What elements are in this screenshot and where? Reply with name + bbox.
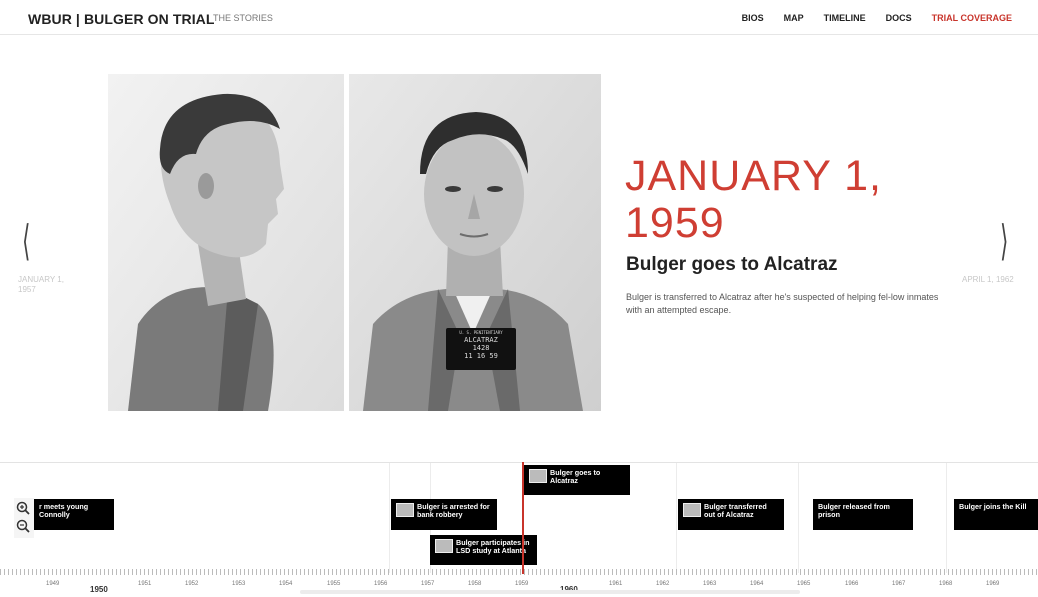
timeline-current-marker — [522, 462, 524, 574]
mugshot-photo: U. S. PENITENTIARY ALCATRAZ 1428 11 16 5… — [108, 74, 601, 411]
event-thumbnail-icon — [529, 469, 547, 483]
timeline-gridline — [798, 463, 799, 573]
year-label: 1961 — [609, 581, 623, 587]
nav-the-stories[interactable]: THE STORIES — [213, 13, 273, 23]
year-label: 1956 — [374, 581, 388, 587]
timeline-gridline — [389, 463, 390, 573]
year-label: 1965 — [797, 581, 811, 587]
timeline-event[interactable]: Bulger is arrested for bank robbery — [391, 499, 497, 530]
slide-title: Bulger goes to Alcatraz — [626, 254, 838, 275]
timeline-gridline — [946, 463, 947, 573]
timeline-event[interactable]: r meets young Connolly — [34, 499, 114, 530]
year-label: 1959 — [515, 581, 529, 587]
next-slide-date[interactable]: APRIL 1, 1962 — [962, 275, 1014, 284]
timeline-event[interactable]: Bulger released from prison — [813, 499, 913, 530]
event-thumbnail-icon — [435, 539, 453, 553]
top-navigation-bar: WBUR | BULGER ON TRIAL THE STORIES BIOS … — [0, 0, 1038, 35]
zoom-in-icon[interactable] — [16, 501, 30, 515]
year-label: 1952 — [185, 581, 199, 587]
event-thumbnail-icon — [396, 503, 414, 517]
zoom-controls — [14, 498, 34, 538]
slide-date: JANUARY 1, 1959 — [625, 152, 882, 247]
year-label: 1967 — [892, 581, 906, 587]
timeline-ticks — [0, 569, 1038, 575]
year-label: 1966 — [845, 581, 859, 587]
site-brand[interactable]: WBUR | BULGER ON TRIAL — [28, 11, 215, 27]
timeline-scrollbar[interactable] — [300, 590, 800, 594]
previous-arrow-icon[interactable]: ⟨ — [22, 216, 30, 265]
placard-text: U. S. PENITENTIARY ALCATRAZ 1428 11 16 5… — [459, 330, 503, 360]
timeline-event-active[interactable]: Bulger goes to Alcatraz — [524, 465, 630, 495]
year-label: 1953 — [232, 581, 246, 587]
timeline-event[interactable]: Bulger participates in LSD study at Atla… — [430, 535, 537, 565]
event-thumbnail-icon — [683, 503, 701, 517]
year-label: 1955 — [327, 581, 341, 587]
nav-timeline[interactable]: TIMELINE — [824, 13, 866, 23]
year-label: 1969 — [986, 581, 1000, 587]
year-label: 1949 — [46, 581, 60, 587]
year-label: 1968 — [939, 581, 953, 587]
timeline-event[interactable]: Bulger transferred out of Alcatraz — [678, 499, 784, 530]
nav-docs[interactable]: DOCS — [886, 13, 912, 23]
year-label-major: 1950 — [90, 585, 108, 594]
previous-slide-date[interactable]: JANUARY 1, 1957 — [18, 275, 78, 295]
zoom-out-icon[interactable] — [16, 519, 30, 533]
slide-description: Bulger is transferred to Alcatraz after … — [626, 292, 939, 315]
year-label: 1954 — [279, 581, 293, 587]
year-label: 1951 — [138, 581, 152, 587]
year-label: 1957 — [421, 581, 435, 587]
nav-bios[interactable]: BIOS — [742, 13, 764, 23]
year-label: 1958 — [468, 581, 482, 587]
year-label: 1964 — [750, 581, 764, 587]
timeline-event[interactable]: Bulger joins the Kill — [954, 499, 1038, 530]
year-label: 1963 — [703, 581, 717, 587]
timeline-gridline — [676, 463, 677, 573]
year-label: 1962 — [656, 581, 670, 587]
main-nav: BIOS MAP TIMELINE DOCS TRIAL COVERAGE — [742, 13, 1012, 23]
nav-map[interactable]: MAP — [784, 13, 804, 23]
nav-trial-coverage[interactable]: TRIAL COVERAGE — [932, 13, 1012, 23]
next-arrow-icon[interactable]: ⟩ — [1000, 216, 1008, 265]
